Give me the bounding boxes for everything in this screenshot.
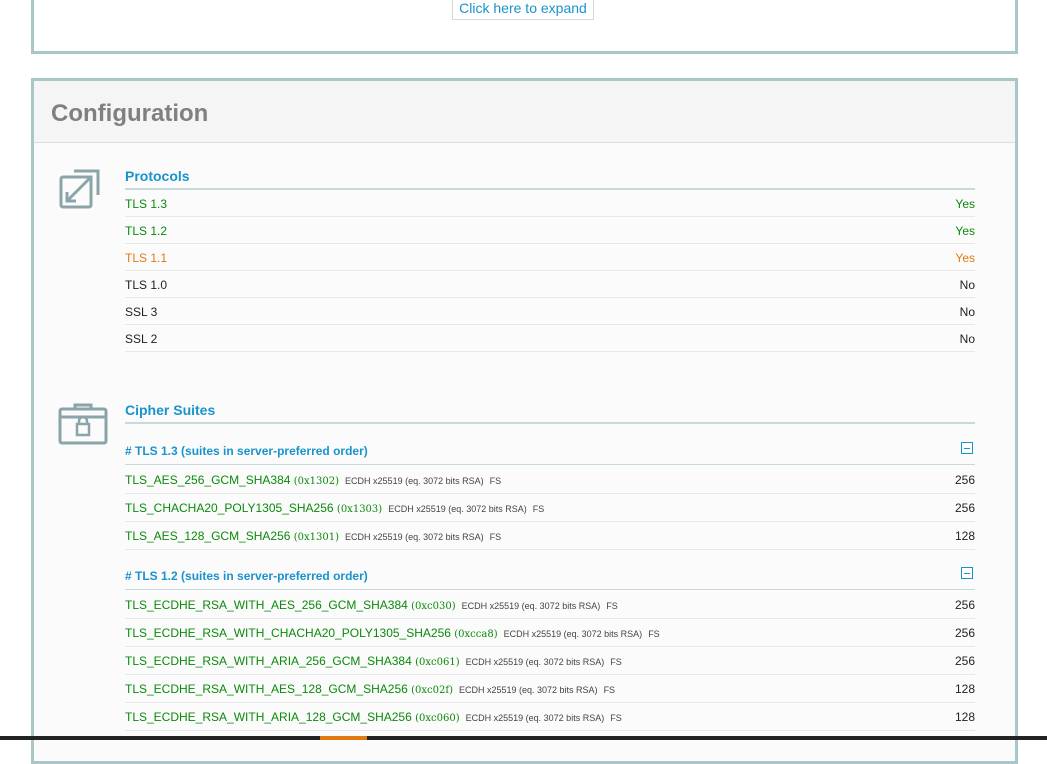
cipher-line: TLS_ECDHE_RSA_WITH_AES_128_GCM_SHA256 (0…	[125, 682, 615, 696]
cipher-bits: 256	[954, 473, 975, 487]
cipher-name: TLS_AES_256_GCM_SHA384	[125, 473, 291, 487]
cipher-row: TLS_AES_128_GCM_SHA256 (0x1301) ECDH x255…	[125, 522, 975, 550]
expand-button[interactable]: Click here to expand	[452, 0, 594, 20]
cipher-fs: FS	[603, 685, 616, 695]
protocol-name: TLS 1.0	[125, 278, 168, 292]
cipher-fs: FS	[648, 629, 660, 639]
cipher-line: TLS_AES_128_GCM_SHA256 (0x1301) ECDH x255…	[125, 529, 501, 543]
cipher-name: TLS_ECDHE_RSA_WITH_AES_256_GCM_SHA384	[125, 598, 408, 612]
configuration-panel: Configuration Protocols TLS 1.3 Yes TLS …	[31, 78, 1018, 764]
cipher-code: (0xcca8)	[454, 629, 498, 640]
cipher-name: TLS_ECDHE_RSA_WITH_ARIA_256_GCM_SHA384	[125, 654, 412, 668]
cipher-line: TLS_CHACHA20_POLY1305_SHA256 (0x1303) ECD…	[125, 501, 544, 515]
cipher-group-title: # TLS 1.2 (suites in server-preferred or…	[125, 569, 368, 583]
protocol-name: SSL 2	[125, 332, 158, 346]
cipher-code: (0xc02f)	[411, 685, 453, 696]
cipher-code: (0x1301)	[293, 532, 340, 543]
cipher-detail: ECDH x25519 (eq. 3072 bits RSA)	[345, 476, 484, 486]
cipher-fs: FS	[489, 532, 502, 542]
cipher-fs: FS	[489, 476, 502, 486]
cipher-line: TLS_ECDHE_RSA_WITH_ARIA_256_GCM_SHA384 (…	[125, 654, 622, 668]
configuration-title: Configuration	[51, 100, 209, 127]
cipher-name: TLS_ECDHE_RSA_WITH_CHACHA20_POLY1305_SHA…	[125, 626, 451, 640]
protocols-title: Protocols	[125, 168, 190, 184]
resize-arrows-icon	[59, 169, 100, 209]
cipher-line: TLS_AES_256_GCM_SHA384 (0x1302) ECDH x255…	[125, 473, 501, 487]
cipher-detail: ECDH x25519 (eq. 3072 bits RSA)	[458, 685, 598, 695]
protocol-value: No	[959, 305, 975, 319]
cipher-detail: ECDH x25519 (eq. 3072 bits RSA)	[465, 657, 605, 667]
cipher-name: TLS_ECDHE_RSA_WITH_ARIA_128_GCM_SHA256	[125, 710, 412, 724]
cipher-detail: ECDH x25519 (eq. 3072 bits RSA)	[503, 629, 643, 639]
lock-case-icon	[58, 403, 108, 445]
bottom-bar	[0, 736, 1047, 740]
cipher-row: TLS_ECDHE_RSA_WITH_AES_128_GCM_SHA256 (0…	[125, 675, 975, 703]
cipher-code: (0xc030)	[411, 601, 456, 612]
cipher-detail: ECDH x25519 (eq. 3072 bits RSA)	[461, 601, 601, 611]
cipher-detail: ECDH x25519 (eq. 3072 bits RSA)	[388, 504, 527, 514]
cipher-group-title: # TLS 1.3 (suites in server-preferred or…	[125, 444, 368, 458]
cipher-suites-title: Cipher Suites	[125, 402, 216, 418]
cipher-bits: 256	[954, 501, 975, 515]
cipher-detail: ECDH x25519 (eq. 3072 bits RSA)	[465, 713, 605, 723]
protocol-row: TLS 1.1 Yes	[125, 244, 975, 271]
protocol-name: TLS 1.2	[125, 224, 168, 238]
cipher-fs: FS	[606, 601, 618, 611]
cipher-row: TLS_ECDHE_RSA_WITH_ARIA_256_GCM_SHA384 (…	[125, 647, 975, 675]
protocol-name: TLS 1.1	[125, 251, 168, 265]
collapse-icon[interactable]	[961, 567, 973, 579]
cipher-bits: 128	[954, 529, 975, 543]
cipher-code: (0x1303)	[336, 504, 383, 515]
cipher-group-header-tls13: # TLS 1.3 (suites in server-preferred or…	[125, 437, 975, 465]
cipher-row: TLS_ECDHE_RSA_WITH_ARIA_128_GCM_SHA256 (…	[125, 703, 975, 731]
cipher-code: (0xc060)	[415, 713, 460, 724]
cipher-detail: ECDH x25519 (eq. 3072 bits RSA)	[345, 532, 484, 542]
cipher-name: TLS_CHACHA20_POLY1305_SHA256	[125, 501, 334, 515]
cipher-name: TLS_AES_128_GCM_SHA256	[125, 529, 291, 543]
protocol-name: SSL 3	[125, 305, 158, 319]
cipher-bits: 256	[954, 626, 975, 640]
cipher-fs: FS	[610, 657, 622, 667]
protocol-row: TLS 1.2 Yes	[125, 217, 975, 244]
cipher-fs: FS	[532, 504, 545, 514]
cipher-line: TLS_ECDHE_RSA_WITH_CHACHA20_POLY1305_SHA…	[125, 626, 660, 640]
summary-panel: Click here to expand	[31, 0, 1018, 54]
protocol-value: Yes	[955, 251, 975, 265]
protocol-row: SSL 3 No	[125, 298, 975, 325]
cipher-row: TLS_CHACHA20_POLY1305_SHA256 (0x1303) ECD…	[125, 494, 975, 522]
cipher-bits: 128	[954, 710, 975, 724]
cipher-row: TLS_AES_256_GCM_SHA384 (0x1302) ECDH x255…	[125, 466, 975, 494]
cipher-suites-rule	[125, 422, 975, 424]
cipher-line: TLS_ECDHE_RSA_WITH_AES_256_GCM_SHA384 (0…	[125, 598, 618, 612]
protocol-value: No	[959, 278, 975, 292]
cipher-line: TLS_ECDHE_RSA_WITH_ARIA_128_GCM_SHA256 (…	[125, 710, 622, 724]
protocol-row: SSL 2 No	[125, 325, 975, 352]
protocol-row: TLS 1.3 Yes	[125, 190, 975, 217]
cipher-bits: 128	[954, 682, 975, 696]
cipher-code: (0x1302)	[293, 476, 340, 487]
configuration-header: Configuration	[34, 81, 1015, 143]
protocol-name: TLS 1.3	[125, 197, 168, 211]
cipher-row: TLS_ECDHE_RSA_WITH_CHACHA20_POLY1305_SHA…	[125, 619, 975, 647]
cipher-fs: FS	[610, 713, 622, 723]
collapse-icon[interactable]	[961, 442, 973, 454]
cipher-bits: 256	[954, 654, 975, 668]
bottom-accent	[320, 736, 367, 740]
cipher-name: TLS_ECDHE_RSA_WITH_AES_128_GCM_SHA256	[125, 682, 408, 696]
cipher-row: TLS_ECDHE_RSA_WITH_AES_256_GCM_SHA384 (0…	[125, 591, 975, 619]
cipher-bits: 256	[954, 598, 975, 612]
protocol-value: Yes	[955, 197, 975, 211]
protocol-value: Yes	[955, 224, 975, 238]
cipher-group-header-tls12: # TLS 1.2 (suites in server-preferred or…	[125, 562, 975, 590]
cipher-code: (0xc061)	[415, 657, 460, 668]
protocol-row: TLS 1.0 No	[125, 271, 975, 298]
protocol-value: No	[959, 332, 975, 346]
